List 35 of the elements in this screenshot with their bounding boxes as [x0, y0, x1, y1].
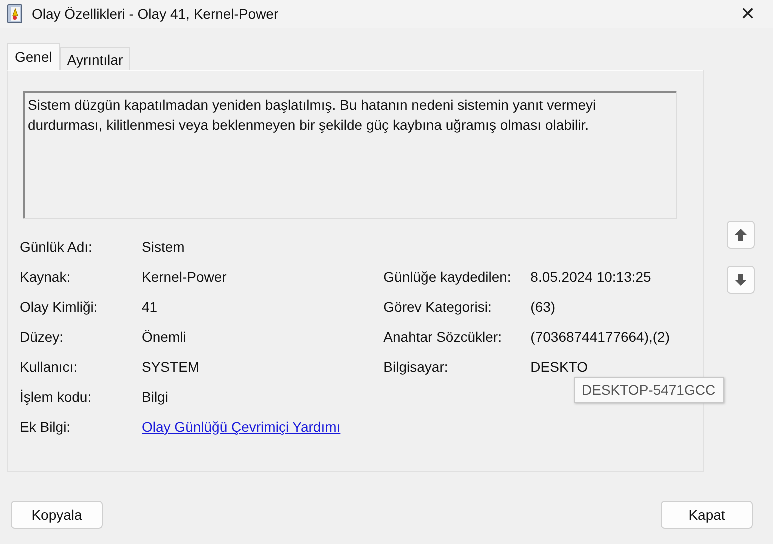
field-value: (63) [530, 299, 556, 317]
field-value: DESKTO [530, 359, 588, 377]
window-title: Olay Özellikleri - Olay 41, Kernel-Power [32, 6, 279, 22]
dialog-button[interactable]: Kapat [661, 501, 753, 529]
field-value: 41 [142, 299, 158, 317]
field-value: SYSTEM [142, 359, 200, 377]
field-label: Günlüğe kaydedilen: [384, 269, 512, 287]
next-event-button[interactable] [727, 266, 755, 294]
field-label: İşlem kodu: [19, 389, 93, 407]
field-value: Bilgi [142, 389, 168, 407]
field-label: Günlük Adı: [19, 239, 94, 257]
tab[interactable]: Genel [7, 43, 60, 70]
field-value: Sistem [142, 239, 185, 257]
down-arrow-icon [734, 273, 748, 287]
event-log-icon [6, 4, 24, 24]
field-label: Anahtar Sözcükler: [384, 329, 503, 347]
field-label: Kaynak: [19, 269, 72, 287]
field-label: Olay Kimliği: [19, 299, 99, 317]
close-button[interactable]: ✕ [725, 0, 771, 28]
field-value: Kernel-Power [142, 269, 227, 287]
field-label: Kullanıcı: [19, 359, 79, 377]
field-label: Görev Kategorisi: [384, 299, 493, 317]
field-label: Ek Bilgi: [19, 419, 72, 437]
field-value: (70368744177664),(2) [530, 329, 670, 347]
field-value: 8.05.2024 10:13:25 [530, 269, 652, 287]
field-label: Bilgisayar: [384, 359, 450, 377]
help-link[interactable]: Olay Günlüğü Çevrimiçi Yardımı [142, 419, 341, 449]
field-label: Düzey: [19, 329, 65, 347]
tooltip: DESKTOP-5471GCC [574, 377, 724, 403]
field-value: Önemli [142, 329, 186, 347]
tab[interactable]: Ayrıntılar [60, 47, 130, 70]
event-description: Sistem düzgün kapatılmadan yeniden başlatılmış. Bu hatanın nedeni sistemin yanıt vermeyi durdurması, kilitlenmesi veya beklenmeyen bir şekilde güç kaybına uğramış olması olabilir. [23, 91, 677, 219]
previous-event-button[interactable] [727, 221, 755, 249]
up-arrow-icon [734, 228, 748, 242]
dialog-button[interactable]: Kopyala [11, 501, 103, 529]
